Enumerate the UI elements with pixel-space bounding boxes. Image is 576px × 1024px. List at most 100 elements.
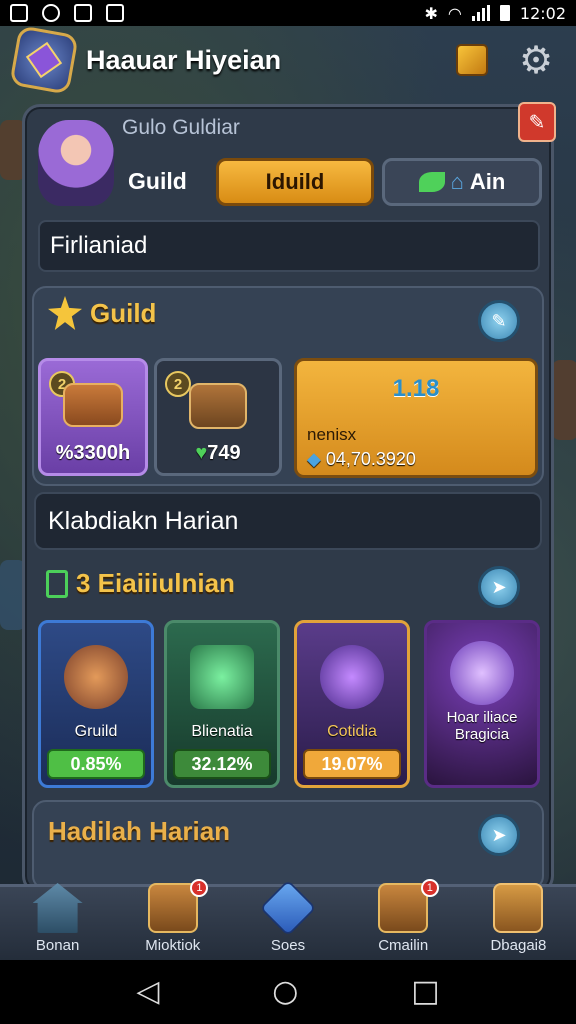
tab-secondary-label: Ain [469,169,506,194]
tab-guild-label: Iduild [265,169,325,194]
tab-secondary[interactable]: ⌂ Ain [382,158,542,206]
mission-progress-text: 19.07% [321,753,383,774]
leaf-icon: ♥ [195,442,208,464]
scroll-icon [63,383,123,427]
daily-reward-button[interactable]: ➤ [478,814,520,856]
bluetooth-icon: ✱ [424,3,438,23]
hammer-icon [320,645,384,709]
mission-progress: 0.85% [47,749,145,779]
level-badge: 2 [165,371,191,397]
nav-item-home[interactable]: Bonan [0,883,115,960]
recents-icon[interactable]: □ [411,977,439,1007]
mission-card[interactable]: Hoar iliace Bragicia [424,620,540,788]
mission-progress: 32.12% [173,749,271,779]
home-icon[interactable]: ○ [272,977,298,1007]
mission-label: Blienatia [191,723,253,740]
cube-icon [456,44,488,76]
guild-name-field[interactable]: Firlianiad [38,220,540,272]
bottom-nav: Bonan 1 Mioktiok Soes 1 Cmailin Dbagai8 [0,879,576,960]
missions-title-text: 3 Eiaiiiulnian [76,568,235,598]
guild-section-title-text: Guild [90,297,157,328]
shield-icon [74,4,92,22]
warrior-icon [64,645,128,709]
mission-label: Gruild [74,723,118,740]
gear-icon: ⚙ [518,38,554,82]
card-value: ♥749 [195,442,240,465]
mission-progress: 19.07% [303,749,401,779]
star-icon [48,296,82,330]
arrow-icon: ➤ [491,576,507,598]
tab-guild[interactable]: Iduild [216,158,374,206]
nav-label: Mioktiok [145,937,201,954]
status-time: 12:02 [519,3,566,23]
chest-icon [190,645,254,709]
chest-gear-icon [493,883,544,933]
daily-reward-title-text: Hadilah Harian [48,816,231,846]
notification-badge: 1 [190,879,209,897]
status-bar: ✱ ◠ 12:02 [0,0,576,26]
nav-item-campaign[interactable]: 1 Cmailin [346,879,461,960]
treasury-label: nenisx [307,425,357,444]
guild-subtitle: Gulo Guldiar [122,116,240,139]
card-value: %3300h [55,442,131,464]
nav-item-soes[interactable]: Soes [230,879,345,960]
chest-icon [189,383,247,429]
guild-name-text: Firlianiad [50,232,148,259]
guild-emblem-icon[interactable] [9,25,79,95]
leaf-icon [418,172,445,192]
nav-label: Bonan [35,937,80,954]
sync-icon [42,4,60,22]
mission-label: Hoar iliace Bragicia [446,709,518,743]
lock-icon [106,4,124,22]
guild-section-title: Guild [48,296,156,330]
profile-header: Gulo Guldiar Guild Iduild ⌂ Ain [34,110,550,214]
list-icon [46,569,68,598]
guild-treasury-card[interactable]: 1.18 nenisx ◆ 04,70.3920 [294,358,538,478]
magic-orb-icon [450,641,514,705]
daily-bar-label: Klabdiakn Harian [48,506,239,535]
guild-label: Guild [128,168,187,194]
signal-icon [471,5,490,21]
shop-button[interactable] [452,40,492,80]
blue-cube-icon [259,879,317,937]
top-header: Haauar Hiyeian ⚙ [0,25,576,95]
mission-card[interactable]: Blienatia 32.12% [164,620,280,788]
treasury-value: ◆ 04,70.3920 [307,449,416,470]
battery-icon [499,5,510,21]
nav-label: Soes [270,937,306,954]
mission-progress-text: 32.12% [191,753,253,774]
back-icon[interactable]: ◁ [136,977,159,1007]
guild-section-edit-button[interactable]: ✎ [478,300,520,342]
gem-icon: ◆ [307,449,321,469]
pin-icon[interactable]: ✎ [518,102,556,142]
avatar[interactable] [38,120,114,206]
guild-card-scroll[interactable]: 2 %3300h [38,358,148,476]
mission-card[interactable]: Cotidia 19.07% [294,620,410,788]
missions-title: 3 Eiaiiiulnian [46,568,235,599]
daily-reward-title: Hadilah Harian [48,816,230,847]
nav-label: Cmailin [378,937,429,954]
settings-button[interactable]: ⚙ [516,40,556,80]
card-value-text: 749 [207,442,241,464]
background-barrel [552,360,576,440]
wifi-icon: ◠ [447,3,462,23]
system-nav-bar: ◁ ○ □ [0,960,576,1024]
pencil-icon: ✎ [491,310,507,332]
treasury-level: 1.18 [392,375,440,402]
image-icon [10,4,28,22]
mission-label: Cotidia [327,723,377,740]
daily-bar[interactable]: Klabdiakn Harian [34,492,542,550]
treasury-value-text: 04,70.3920 [325,449,416,469]
nav-item-settings[interactable]: Dbagai8 [461,883,576,960]
arrow-icon: ➤ [491,824,507,846]
notification-badge: 1 [420,879,439,897]
mission-card[interactable]: Gruild 0.85% [38,620,154,788]
mission-progress-text: 0.85% [70,753,122,774]
game-title: Haauar Hiyeian [86,44,282,75]
house-icon: ⌂ [450,169,464,194]
missions-action-button[interactable]: ➤ [478,566,520,608]
nav-item-chest[interactable]: 1 Mioktiok [115,879,230,960]
house-icon [32,883,83,933]
guild-card-chest[interactable]: 2 ♥749 [154,358,282,476]
nav-label: Dbagai8 [490,937,547,954]
